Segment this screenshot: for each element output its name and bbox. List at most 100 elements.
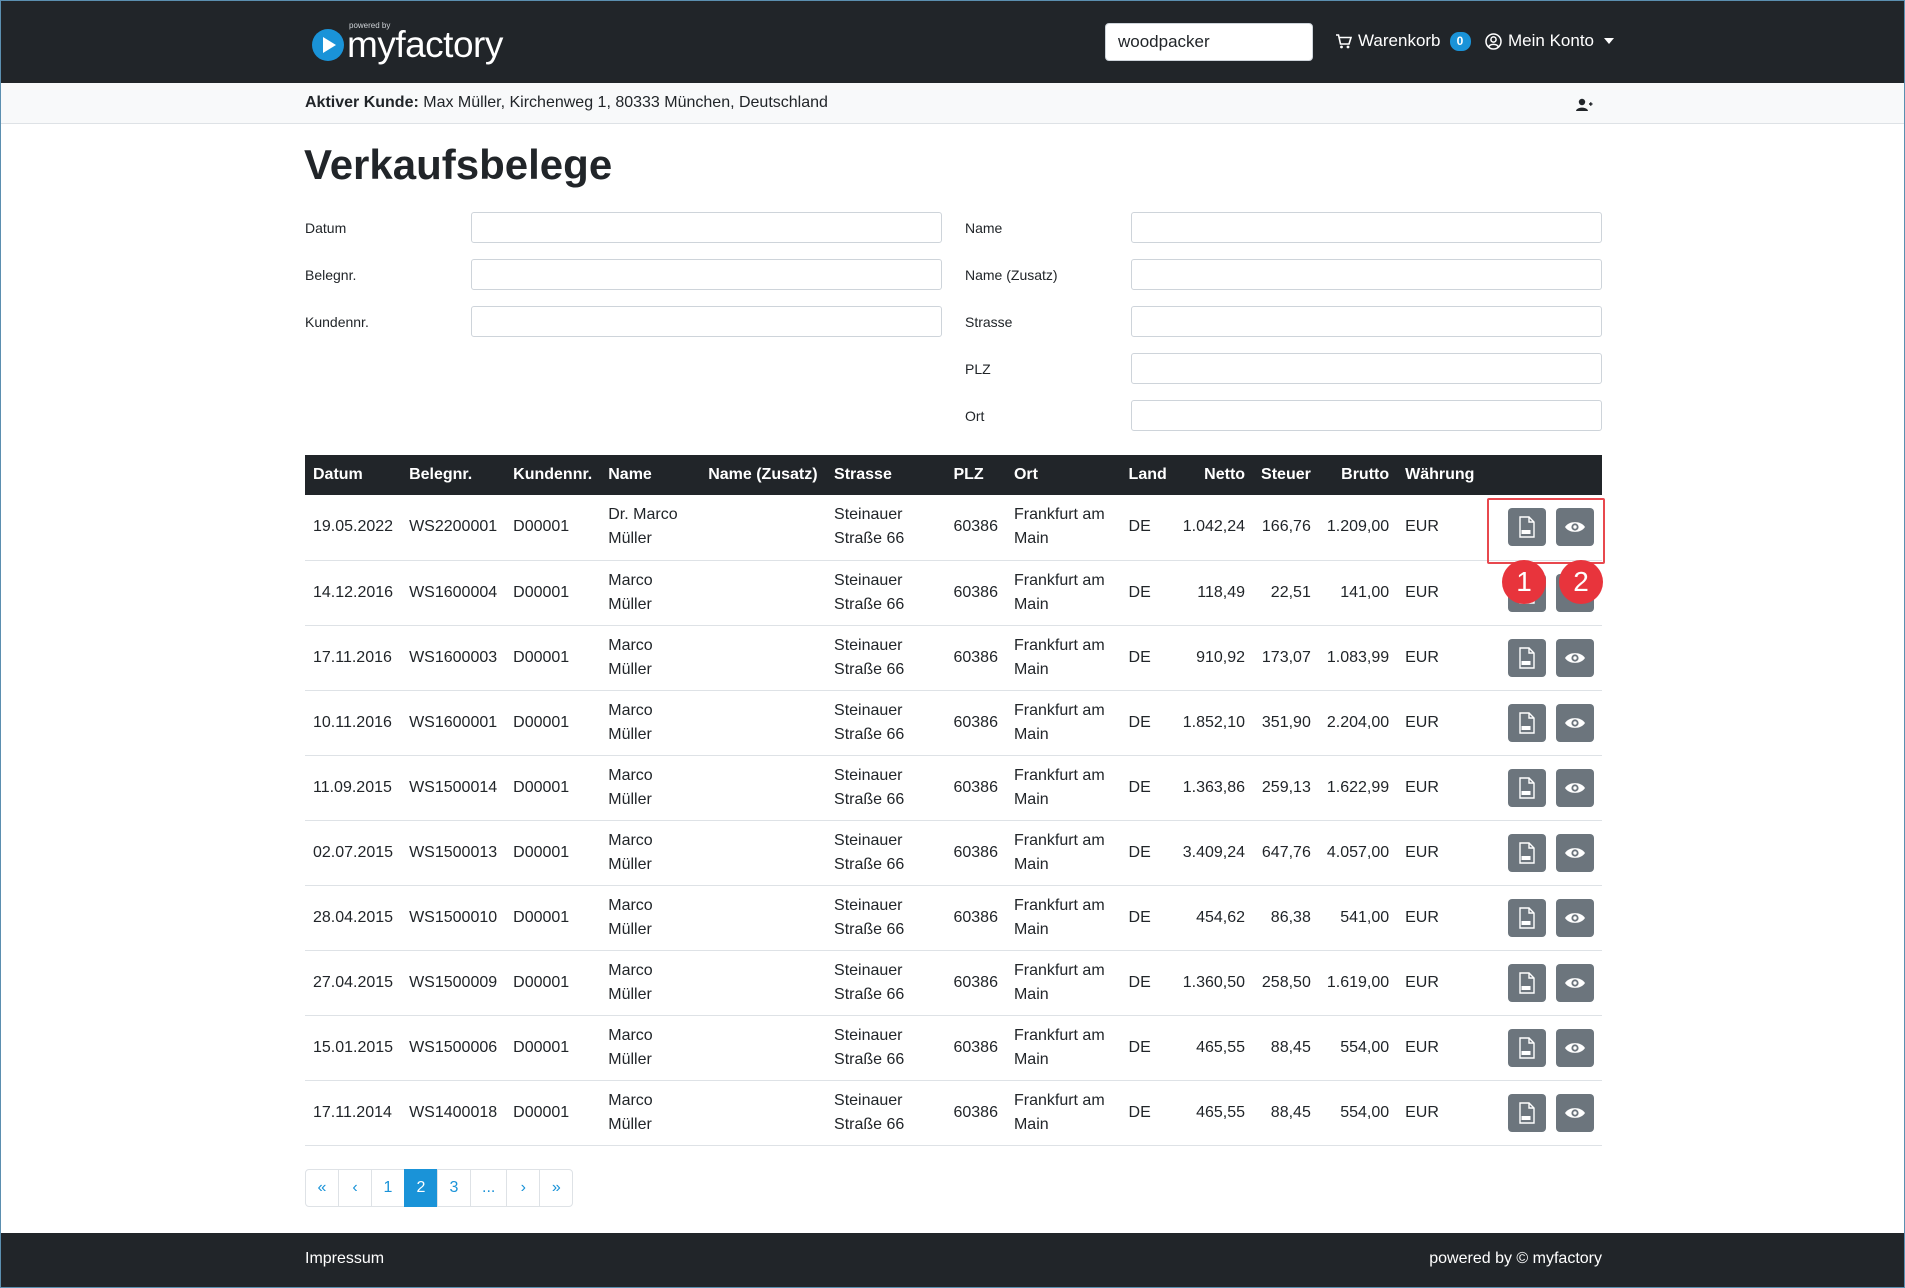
cell-datum: 14.12.2016 [305,560,402,626]
col-header-belegnr[interactable]: Belegnr. [401,455,505,495]
view-document-button[interactable] [1556,898,1594,937]
cell-ort: Frankfurt am Main [1005,1080,1121,1146]
cell-actions [1482,690,1602,756]
annotation-marker-1: 1 [1502,560,1546,604]
account-dropdown[interactable]: Mein Konto [1485,31,1614,51]
cell-name-zusatz [700,885,827,951]
page-prev-button[interactable]: ‹ [338,1169,372,1207]
view-document-button[interactable] [1556,638,1594,677]
download-pdf-button[interactable] [1508,1093,1546,1132]
col-header-kundennr[interactable]: Kundennr. [505,455,600,495]
search-input[interactable] [1105,23,1313,61]
view-document-button[interactable] [1556,833,1594,872]
page-last-button[interactable]: » [539,1169,574,1207]
highlight-annotation-box [1487,498,1605,564]
cell-brutto: 554,00 [1318,1080,1398,1146]
cell-name: Marco Müller [600,1015,701,1081]
col-header-netto[interactable]: Netto [1175,455,1253,495]
cell-brutto: 1.083,99 [1318,625,1398,691]
download-pdf-button[interactable] [1508,1028,1546,1067]
filter-plz-input[interactable] [1131,353,1602,384]
col-header-name-zusatz[interactable]: Name (Zusatz) [700,455,826,495]
cell-datum: 27.04.2015 [305,950,402,1016]
cell-steuer: 173,07 [1253,625,1319,691]
switch-customer-icon[interactable] [1575,98,1593,112]
filter-name-label: Name [965,220,1003,236]
cell-netto: 1.360,50 [1174,950,1254,1016]
cell-plz: 60386 [945,1015,1006,1081]
cell-kundennr: D00001 [505,885,601,951]
view-document-button[interactable] [1556,1028,1594,1067]
cell-ort: Frankfurt am Main [1005,885,1121,951]
cell-datum: 15.01.2015 [305,1015,402,1081]
eye-icon [1565,717,1585,728]
col-header-brutto[interactable]: Brutto [1319,455,1397,495]
col-header-plz[interactable]: PLZ [945,455,1006,495]
filter-kundennr-input[interactable] [471,306,942,337]
download-pdf-button[interactable] [1508,703,1546,742]
play-logo-icon [312,29,344,61]
view-document-button[interactable] [1556,1093,1594,1132]
cell-plz: 60386 [945,690,1006,756]
cell-kundennr: D00001 [505,820,601,886]
cell-kundennr: D00001 [505,690,601,756]
cell-name-zusatz [700,1015,827,1081]
page-next-button[interactable]: › [506,1169,541,1207]
cell-belegnr: WS2200001 [401,495,506,561]
footer-powered-by: powered by © myfactory [1429,1250,1602,1267]
impressum-link[interactable]: Impressum [305,1250,384,1268]
filter-belegnr-input[interactable] [471,259,942,290]
table-row: 11.09.2015 WS1500014 D00001 Marco Müller Ste… [305,755,1602,821]
filter-name-zusatz-input[interactable] [1131,259,1602,290]
col-header-land[interactable]: Land [1121,455,1175,495]
col-header-name[interactable]: Name [600,455,700,495]
cell-brutto: 1.622,99 [1318,755,1398,821]
cell-waehrung: EUR [1397,1080,1483,1146]
cell-waehrung: EUR [1397,820,1483,886]
cell-waehrung: EUR [1397,625,1483,691]
cell-land: DE [1120,560,1175,626]
page-2-button[interactable]: 2 [404,1169,438,1207]
filter-name-input[interactable] [1131,212,1602,243]
cell-actions [1482,625,1602,691]
page-first-button[interactable]: « [305,1169,339,1207]
col-header-datum[interactable]: Datum [305,455,401,495]
download-pdf-button[interactable] [1508,638,1546,677]
cell-strasse: Steinauer Straße 66 [826,1080,946,1146]
cart-link[interactable]: Warenkorb 0 [1335,31,1471,51]
cell-belegnr: WS1500014 [401,755,506,821]
col-header-strasse[interactable]: Strasse [826,455,945,495]
cell-ort: Frankfurt am Main [1005,820,1121,886]
cell-name: Marco Müller [600,690,701,756]
myfactory-logo[interactable]: powered by myfactory [309,21,529,67]
cell-belegnr: WS1600001 [401,690,506,756]
col-header-steuer[interactable]: Steuer [1253,455,1319,495]
download-pdf-button[interactable] [1508,898,1546,937]
cell-ort: Frankfurt am Main [1005,625,1121,691]
page-title: Verkaufsbelege [304,141,613,188]
table-row: 17.11.2016 WS1600003 D00001 Marco Müller Ste… [305,625,1602,691]
col-header-ort[interactable]: Ort [1006,455,1121,495]
cell-netto: 454,62 [1174,885,1254,951]
page-3-button[interactable]: 3 [437,1169,471,1207]
cell-belegnr: WS1500006 [401,1015,506,1081]
col-header-waehrung[interactable]: Währung [1397,455,1482,495]
filter-strasse-input[interactable] [1131,306,1602,337]
cell-strasse: Steinauer Straße 66 [826,950,946,1016]
filter-datum-input[interactable] [471,212,942,243]
download-pdf-button[interactable] [1508,833,1546,872]
view-document-button[interactable] [1556,703,1594,742]
download-pdf-button[interactable] [1508,963,1546,1002]
page-ellipsis: ... [470,1169,508,1207]
download-pdf-button[interactable] [1508,768,1546,807]
cell-brutto: 2.204,00 [1318,690,1398,756]
cell-actions [1482,1080,1602,1146]
cell-kundennr: D00001 [505,495,601,561]
view-document-button[interactable] [1556,768,1594,807]
view-document-button[interactable] [1556,963,1594,1002]
filter-ort-input[interactable] [1131,400,1602,431]
page-1-button[interactable]: 1 [371,1169,405,1207]
filter-plz-label: PLZ [965,361,991,377]
pdf-icon [1519,646,1535,669]
eye-icon [1565,652,1585,663]
